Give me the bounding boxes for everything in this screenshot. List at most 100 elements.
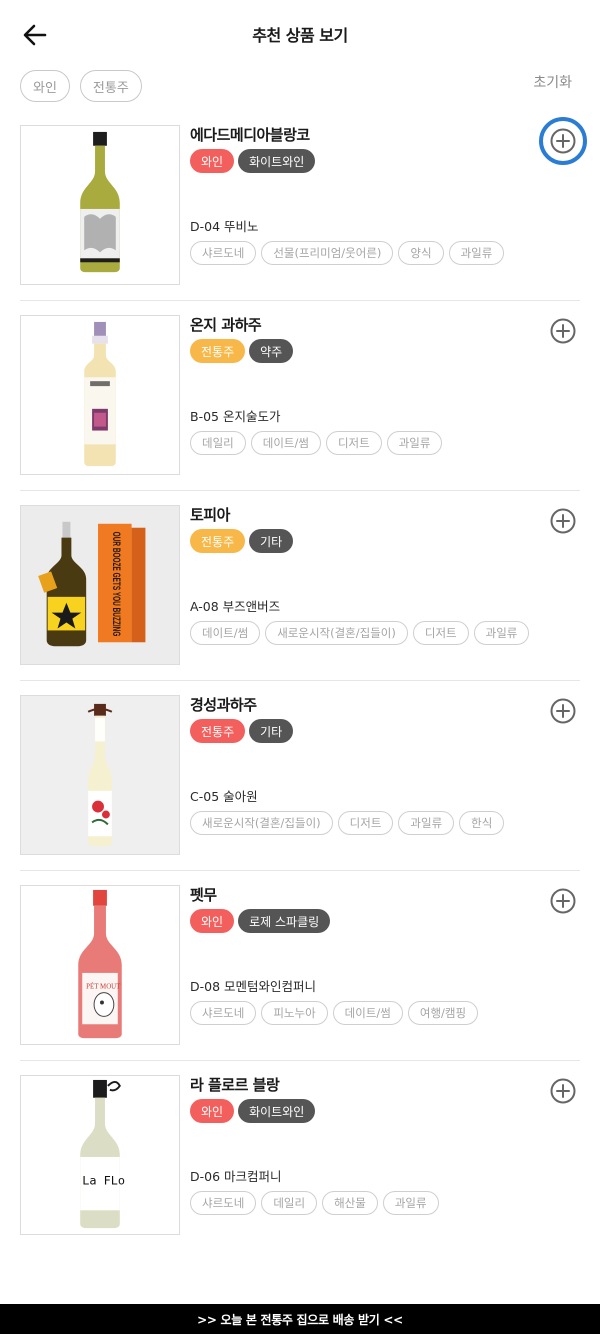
product-badges: 와인 화이트와인 bbox=[190, 149, 316, 173]
subcategory-badge: 기타 bbox=[249, 719, 294, 743]
product-item[interactable]: PÉT MOUT 펫무 와인 로제 스파클링 D-08 모멘텀와인컴퍼니 샤르도… bbox=[0, 870, 600, 1060]
product-tags: 새로운시작(결혼/집들이) 디저트 과일류 한식 bbox=[190, 811, 505, 835]
tag: 디저트 bbox=[412, 621, 469, 645]
plus-circle-icon bbox=[550, 1078, 576, 1104]
plus-circle-icon bbox=[550, 888, 576, 914]
category-badge: 전통주 bbox=[190, 529, 246, 553]
tag: 과일류 bbox=[398, 811, 455, 835]
tag: 데이트/썸 bbox=[190, 621, 261, 645]
tag: 데이트/썸 bbox=[332, 1001, 403, 1025]
product-code: D-06 마크컴퍼니 bbox=[190, 1169, 282, 1184]
tag: 데일리 bbox=[261, 1191, 318, 1215]
product-item[interactable]: 경성과하주 전통주 기타 C-05 술아원 새로운시작(결혼/집들이) 디저트 … bbox=[0, 680, 600, 870]
product-list: 에다드메디아블랑코 와인 화이트와인 D-04 뚜비노 샤르도네 선물(프리미엄… bbox=[0, 110, 600, 1250]
tag: 한식 bbox=[459, 811, 505, 835]
subcategory-badge: 로제 스파클링 bbox=[238, 909, 331, 933]
rose-wine-bottle-icon: PÉT MOUT bbox=[78, 889, 122, 1039]
product-image[interactable]: OUR BOOZE GETS YOU BUZZING bbox=[20, 505, 180, 665]
add-button[interactable] bbox=[550, 508, 576, 534]
subcategory-badge: 화이트와인 bbox=[238, 149, 316, 173]
bottle-label-text: La FLo bbox=[82, 1174, 125, 1188]
slim-bottle-icon bbox=[21, 696, 179, 854]
add-button[interactable] bbox=[550, 1078, 576, 1104]
tag: 여행/캠핑 bbox=[407, 1001, 479, 1025]
white-wine-bottle-icon bbox=[80, 131, 120, 273]
tag: 선물(프리미엄/웃어른) bbox=[261, 241, 394, 265]
product-tags: 샤르도네 피노누아 데이트/썸 여행/캠핑 bbox=[190, 1001, 479, 1025]
reset-button[interactable]: 초기화 bbox=[533, 72, 572, 92]
subcategory-badge: 화이트와인 bbox=[238, 1099, 316, 1123]
product-badges: 전통주 기타 bbox=[190, 529, 294, 553]
product-image[interactable]: PÉT MOUT bbox=[20, 885, 180, 1045]
plus-circle-icon bbox=[550, 698, 576, 724]
tag: 과일류 bbox=[473, 621, 530, 645]
tag: 샤르도네 bbox=[190, 241, 257, 265]
tag: 과일류 bbox=[382, 1191, 439, 1215]
filter-chip-wine[interactable]: 와인 bbox=[20, 70, 70, 102]
product-image[interactable] bbox=[20, 695, 180, 855]
plus-circle-icon bbox=[550, 128, 576, 154]
tag: 과일류 bbox=[448, 241, 505, 265]
product-badges: 전통주 약주 bbox=[190, 339, 294, 363]
product-name: 에다드메디아블랑코 bbox=[190, 126, 310, 144]
product-item[interactable]: 온지 과하주 전통주 약주 B-05 온지술도가 데일리 데이트/썸 디저트 과… bbox=[0, 300, 600, 490]
tag: 샤르도네 bbox=[190, 1191, 257, 1215]
product-image[interactable] bbox=[20, 315, 180, 475]
product-image[interactable] bbox=[20, 125, 180, 285]
product-code: A-08 부즈앤버즈 bbox=[190, 599, 281, 614]
add-button[interactable] bbox=[550, 888, 576, 914]
category-badge: 전통주 bbox=[190, 339, 246, 363]
product-tags: 샤르도네 데일리 해산물 과일류 bbox=[190, 1191, 439, 1215]
category-badge: 전통주 bbox=[190, 719, 246, 743]
add-button[interactable] bbox=[550, 128, 576, 154]
tag: 과일류 bbox=[386, 431, 443, 455]
add-button[interactable] bbox=[550, 698, 576, 724]
product-name: 온지 과하주 bbox=[190, 316, 262, 334]
product-code: D-04 뚜비노 bbox=[190, 219, 259, 234]
bottle-and-box-icon: OUR BOOZE GETS YOU BUZZING bbox=[21, 506, 179, 664]
box-text: OUR BOOZE GETS YOU BUZZING bbox=[110, 532, 122, 637]
white-wine-bottle-icon: La FLo bbox=[80, 1079, 125, 1229]
product-tags: 샤르도네 선물(프리미엄/웃어른) 양식 과일류 bbox=[190, 241, 505, 265]
add-button[interactable] bbox=[550, 318, 576, 344]
category-badge: 와인 bbox=[190, 1099, 235, 1123]
tag: 데이트/썸 bbox=[250, 431, 321, 455]
tag: 샤르도네 bbox=[190, 1001, 257, 1025]
product-tags: 데일리 데이트/썸 디저트 과일류 bbox=[190, 431, 443, 455]
category-badge: 와인 bbox=[190, 909, 235, 933]
tag: 새로운시작(결혼/집들이) bbox=[265, 621, 408, 645]
product-item[interactable]: 에다드메디아블랑코 와인 화이트와인 D-04 뚜비노 샤르도네 선물(프리미엄… bbox=[0, 110, 600, 300]
product-code: C-05 술아원 bbox=[190, 789, 258, 804]
liquor-bottle-icon bbox=[84, 321, 116, 467]
subcategory-badge: 기타 bbox=[249, 529, 294, 553]
page-title: 추천 상품 보기 bbox=[252, 26, 348, 45]
tag: 피노누아 bbox=[261, 1001, 328, 1025]
filter-chips: 와인 전통주 bbox=[20, 70, 142, 102]
tag: 해산물 bbox=[322, 1191, 378, 1215]
product-code: B-05 온지술도가 bbox=[190, 409, 281, 424]
product-item[interactable]: OUR BOOZE GETS YOU BUZZING 토피아 전통주 기타 A-… bbox=[0, 490, 600, 680]
plus-circle-icon bbox=[550, 508, 576, 534]
product-name: 라 플로르 블랑 bbox=[190, 1076, 280, 1094]
delivery-banner-button[interactable]: >> 오늘 본 전통주 집으로 배송 받기 << bbox=[0, 1304, 600, 1334]
product-tags: 데이트/썸 새로운시작(결혼/집들이) 디저트 과일류 bbox=[190, 621, 530, 645]
product-name: 펫무 bbox=[190, 886, 217, 904]
header: 추천 상품 보기 bbox=[0, 0, 600, 68]
product-code: D-08 모멘텀와인컴퍼니 bbox=[190, 979, 317, 994]
tag: 디저트 bbox=[325, 431, 382, 455]
product-name: 경성과하주 bbox=[190, 696, 257, 714]
filter-chip-traditional[interactable]: 전통주 bbox=[79, 70, 142, 102]
product-name: 토피아 bbox=[190, 506, 230, 524]
tag: 양식 bbox=[398, 241, 444, 265]
tag: 새로운시작(결혼/집들이) bbox=[190, 811, 333, 835]
product-item[interactable]: La FLo 라 플로르 블랑 와인 화이트와인 D-06 마크컴퍼니 샤르도네… bbox=[0, 1060, 600, 1250]
category-badge: 와인 bbox=[190, 149, 235, 173]
product-badges: 와인 로제 스파클링 bbox=[190, 909, 331, 933]
product-badges: 전통주 기타 bbox=[190, 719, 294, 743]
product-image[interactable]: La FLo bbox=[20, 1075, 180, 1235]
plus-circle-icon bbox=[550, 318, 576, 344]
bottle-label-text: PÉT MOUT bbox=[86, 983, 121, 991]
tag: 데일리 bbox=[190, 431, 246, 455]
tag: 디저트 bbox=[337, 811, 394, 835]
product-badges: 와인 화이트와인 bbox=[190, 1099, 316, 1123]
